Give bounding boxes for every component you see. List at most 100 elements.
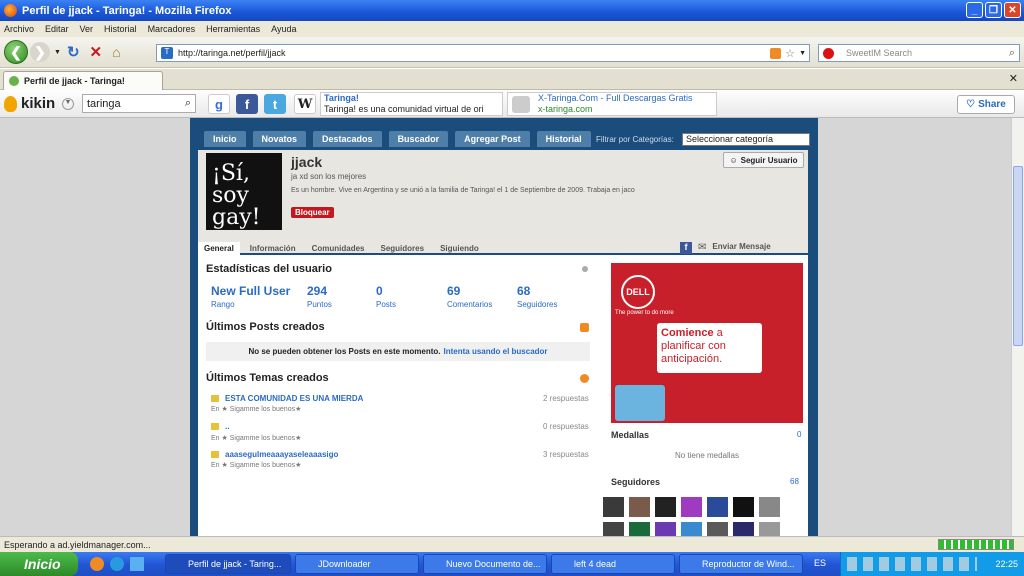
maximize-button[interactable]: ❐ — [985, 2, 1002, 18]
status-text: Esperando a ad.yieldmanager.com... — [4, 539, 151, 550]
taskbar-item-jdownloader[interactable]: JDownloader — [295, 554, 419, 574]
kikin-dropdown-icon[interactable]: ▼ — [62, 98, 74, 110]
follower-avatar[interactable] — [759, 522, 780, 536]
follower-avatar[interactable] — [603, 522, 624, 536]
quicklaunch-desktop-icon[interactable] — [130, 557, 144, 571]
menu-herramientas[interactable]: Herramientas — [206, 24, 260, 34]
follower-avatar[interactable] — [733, 497, 754, 517]
follower-avatar[interactable] — [681, 522, 702, 536]
menu-editar[interactable]: Editar — [45, 24, 69, 34]
search-engine-icon[interactable] — [823, 47, 834, 59]
share-button[interactable]: ♡ Share — [957, 95, 1015, 114]
follower-avatar[interactable] — [655, 497, 676, 517]
bookmark-star-icon[interactable]: ☆ — [785, 47, 795, 60]
follow-button[interactable]: ☺ Seguir Usuario — [723, 152, 804, 168]
close-button[interactable]: ✕ — [1004, 2, 1021, 18]
taskbar-item-folder[interactable]: left 4 dead — [551, 554, 675, 574]
avatar: ¡Sí, soy gay! — [206, 153, 282, 230]
topic-replies-1: 2 respuestas — [543, 394, 589, 403]
topic-link-1[interactable]: ESTA COMUNIDAD ES UNA MIERDA — [225, 394, 363, 403]
send-message-button[interactable]: Enviar Mensaje — [712, 242, 770, 254]
tab-seguidores[interactable]: Seguidores — [374, 242, 430, 255]
follower-avatar[interactable] — [733, 522, 754, 536]
follower-avatar[interactable] — [629, 497, 650, 517]
nav-historial[interactable]: Historial — [536, 131, 591, 147]
search-link[interactable]: Intenta usando el buscador — [444, 347, 548, 356]
posts-rss-icon[interactable] — [580, 323, 589, 332]
tab-comunidades[interactable]: Comunidades — [306, 242, 371, 255]
quicklaunch-firefox-icon[interactable] — [90, 557, 104, 571]
minimize-button[interactable]: _ — [966, 2, 983, 18]
taskbar-item-document[interactable]: Nuevo Documento de... — [423, 554, 547, 574]
close-tab-icon[interactable]: ✕ — [1009, 72, 1018, 85]
kikin-search-icon[interactable]: ⌕ — [185, 97, 191, 110]
quicklaunch-ie-icon[interactable] — [110, 557, 124, 571]
scrollbar-thumb[interactable] — [1013, 166, 1023, 346]
kikin-query[interactable]: taringa — [87, 98, 121, 110]
kikin-result-wikipedia[interactable]: Taringa! Taringa! es una comunidad virtu… — [320, 92, 503, 116]
result1-text: Taringa! es una comunidad virtual de ori — [324, 104, 484, 114]
menu-historial[interactable]: Historial — [104, 24, 137, 34]
home-icon[interactable]: ⌂ — [112, 44, 120, 60]
nav-destacados[interactable]: Destacados — [313, 131, 382, 147]
back-button[interactable]: ❮ — [4, 40, 28, 64]
kikin-result-xtaringa[interactable]: X-Taringa.Com - Full Descargas Gratis x-… — [507, 92, 717, 116]
menu-ayuda[interactable]: Ayuda — [271, 24, 296, 34]
search-icon[interactable]: ⌕ — [1009, 47, 1015, 60]
wikipedia-icon[interactable]: W — [294, 94, 316, 114]
history-dropdown-icon[interactable]: ▼ — [54, 49, 61, 56]
language-indicator[interactable]: ES — [814, 558, 826, 568]
category-select[interactable]: Seleccionar categoría — [682, 132, 810, 146]
dell-ad[interactable]: DELL The power to do more Comience a pla… — [611, 263, 803, 423]
taskbar-item-firefox[interactable]: Perfil de jjack - Taring... — [165, 554, 291, 574]
topic-link-2[interactable]: .. — [225, 422, 229, 431]
facebook-icon[interactable]: f — [236, 94, 258, 114]
follower-avatar[interactable] — [681, 497, 702, 517]
dell-logo: DELL — [621, 275, 655, 309]
tab-siguiendo[interactable]: Siguiendo — [434, 242, 485, 255]
tab-favicon — [9, 76, 19, 86]
stat-rank-value: New Full User — [211, 284, 291, 298]
menu-marcadores[interactable]: Marcadores — [148, 24, 196, 34]
nav-inicio[interactable]: Inicio — [204, 131, 246, 147]
forward-button[interactable]: ❯ — [30, 42, 50, 62]
nav-novatos[interactable]: Novatos — [252, 131, 307, 147]
block-button[interactable]: Bloquear — [291, 207, 334, 218]
reload-icon[interactable]: ↻ — [67, 43, 80, 61]
vertical-scrollbar[interactable] — [1011, 118, 1024, 536]
follower-avatar[interactable] — [603, 497, 624, 517]
follower-avatar[interactable] — [759, 497, 780, 517]
twitter-icon[interactable]: t — [264, 94, 286, 114]
start-button[interactable]: Inicio — [0, 552, 78, 576]
google-icon[interactable]: g — [208, 94, 230, 114]
no-posts-text: No se pueden obtener los Posts en este m… — [248, 347, 441, 356]
ad-cta[interactable]: Comience a planificar con anticipación. — [657, 323, 762, 373]
result2-title[interactable]: X-Taringa.Com - Full Descargas Gratis — [538, 93, 716, 104]
tab-informacion[interactable]: Información — [244, 242, 302, 255]
result1-title[interactable]: Taringa! — [324, 93, 502, 104]
follower-avatar[interactable] — [629, 522, 650, 536]
follower-avatar[interactable] — [707, 497, 728, 517]
nav-agregar-post[interactable]: Agregar Post — [455, 131, 530, 147]
kikin-search-input[interactable]: taringa ⌕ — [82, 94, 196, 113]
search-box[interactable]: SweetIM Search ⌕ — [818, 44, 1020, 62]
followers-count: 68 — [790, 477, 799, 486]
stop-icon[interactable]: ✕ — [90, 43, 103, 61]
follower-avatar[interactable] — [707, 522, 728, 536]
menu-ver[interactable]: Ver — [80, 24, 94, 34]
follower-avatar[interactable] — [655, 522, 676, 536]
topics-rss-icon[interactable] — [580, 374, 589, 383]
url-text[interactable]: http://taringa.net/perfil/jjack — [178, 48, 286, 58]
taskbar-item-media-player[interactable]: Reproductor de Wind... — [679, 554, 803, 574]
rss-icon[interactable] — [770, 47, 781, 59]
tray-icons[interactable] — [847, 557, 977, 571]
nav-buscador[interactable]: Buscador — [388, 131, 449, 147]
url-bar[interactable]: T http://taringa.net/perfil/jjack ☆ ▼ — [156, 44, 810, 62]
topic-sub-1: En ★ Sigamme los buenos★ — [211, 406, 302, 413]
tab-taringa[interactable]: Perfil de jjack - Taringa! — [3, 71, 163, 90]
tab-general[interactable]: General — [198, 242, 240, 255]
menu-archivo[interactable]: Archivo — [4, 24, 34, 34]
topic-link-3[interactable]: aaasegulmeaaayaseleaaasigo — [225, 450, 338, 459]
facebook-share-icon[interactable]: f — [680, 242, 692, 254]
url-dropdown-icon[interactable]: ▼ — [799, 50, 806, 57]
